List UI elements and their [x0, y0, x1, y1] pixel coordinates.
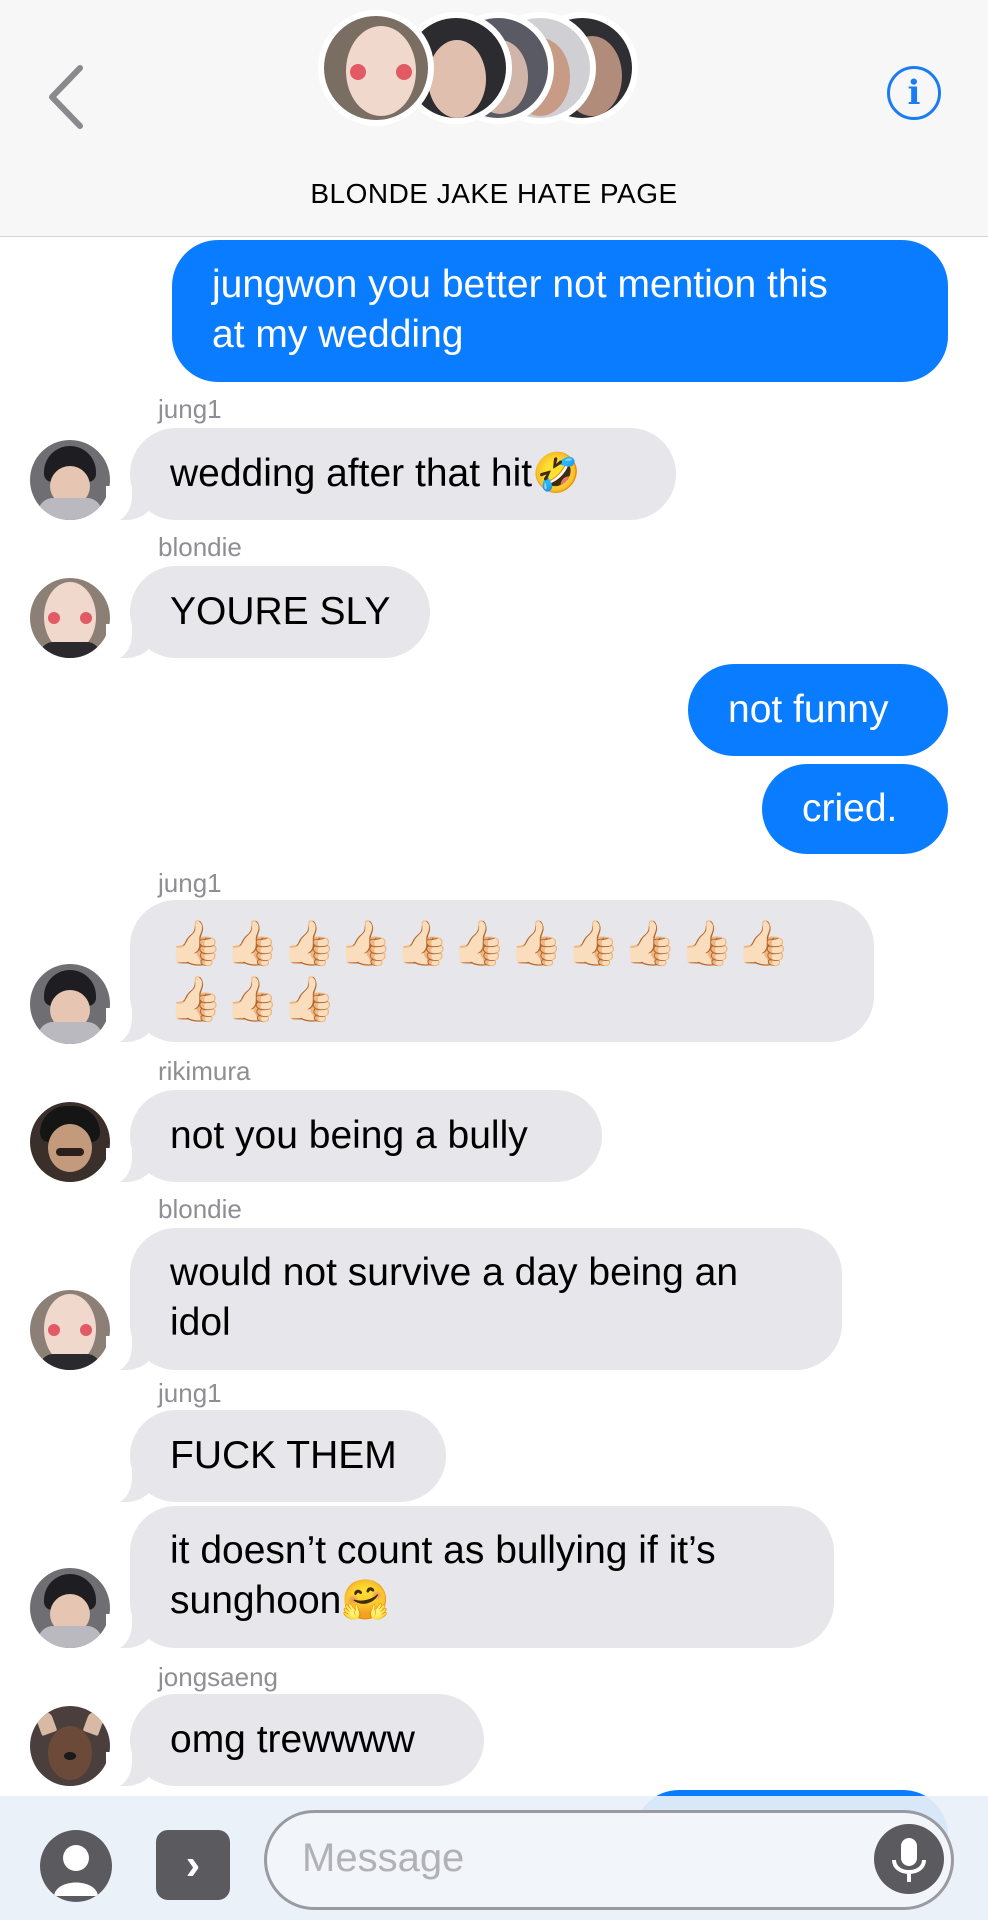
conversation-header: i BLONDE JAKE HATE PAGE	[0, 0, 988, 237]
conversation-title: BLONDE JAKE HATE PAGE	[310, 178, 678, 209]
expand-apps-button[interactable]: ›	[156, 1830, 230, 1900]
outgoing-message[interactable]: not funny	[688, 664, 948, 756]
message-text: not you being a bully	[170, 1114, 528, 1157]
avatar[interactable]	[30, 964, 110, 1044]
avatar[interactable]	[30, 1568, 110, 1648]
sender-name: jung1	[158, 868, 222, 898]
incoming-message[interactable]: FUCK THEM	[106, 1410, 446, 1504]
message-line: jungwon you better not mention this	[212, 263, 828, 306]
incoming-message[interactable]: it doesn’t count as bullying if it’s sun…	[106, 1506, 834, 1650]
incoming-message[interactable]: not you being a bully	[106, 1090, 602, 1184]
sender-name: jongsaeng	[158, 1662, 278, 1692]
incoming-message[interactable]: omg trewwww	[106, 1694, 484, 1788]
sender-name: blondie	[158, 532, 242, 562]
incoming-message[interactable]: YOURE SLY	[106, 566, 430, 660]
info-button[interactable]: i	[887, 66, 941, 120]
sender-name: jung1	[158, 1378, 222, 1408]
avatar[interactable]	[30, 578, 110, 658]
message-text: cried.	[802, 787, 898, 830]
outgoing-message[interactable]: jungwon you better not mention this at m…	[172, 240, 948, 382]
message-text: YOURE SLY	[170, 590, 391, 633]
group-avatars[interactable]	[318, 10, 638, 126]
sender-name: rikimura	[158, 1056, 251, 1086]
laughing-emoji: 🤣	[532, 452, 581, 495]
incoming-message[interactable]: 👍🏻👍🏻👍🏻👍🏻👍🏻👍🏻👍🏻👍🏻👍🏻👍🏻👍🏻👍🏻👍🏻👍🏻	[106, 900, 874, 1044]
message-line: at my wedding	[212, 313, 464, 356]
message-line: would not survive a day being an	[170, 1251, 739, 1294]
incoming-message[interactable]: wedding after that hit🤣	[106, 428, 676, 522]
chevron-right-icon: ›	[185, 1840, 201, 1889]
group-avatar	[318, 10, 434, 126]
message-line: idol	[170, 1301, 231, 1344]
avatar[interactable]	[30, 1706, 110, 1786]
incoming-message[interactable]: would not survive a day being an idol	[106, 1228, 842, 1372]
contact-button[interactable]	[40, 1830, 112, 1902]
microphone-icon	[892, 1838, 926, 1882]
back-button[interactable]	[42, 62, 92, 132]
hugging-emoji: 🤗	[341, 1579, 390, 1622]
sender-name: jung1	[158, 394, 222, 424]
chevron-left-icon	[49, 65, 83, 129]
message-text: omg trewwww	[170, 1718, 415, 1761]
message-line: sunghoon	[170, 1579, 342, 1622]
avatar[interactable]	[30, 1102, 110, 1182]
sender-name: blondie	[158, 1194, 242, 1224]
message-line: it doesn’t count as bullying if it’s	[170, 1529, 716, 1572]
message-text: not funny	[728, 688, 889, 731]
avatar[interactable]	[30, 440, 110, 520]
message-text: wedding after that hit	[170, 452, 533, 495]
avatar[interactable]	[30, 1290, 110, 1370]
microphone-button[interactable]	[874, 1824, 944, 1894]
person-silhouette-icon	[54, 1845, 98, 1896]
outgoing-message[interactable]: cried.	[762, 764, 948, 854]
message-text: FUCK THEM	[170, 1434, 397, 1477]
message-placeholder: Message	[302, 1836, 465, 1880]
info-icon: i	[907, 73, 921, 113]
thumbs-up-emojis: 👍🏻👍🏻👍🏻👍🏻👍🏻👍🏻👍🏻👍🏻👍🏻👍🏻👍🏻👍🏻👍🏻👍🏻	[168, 919, 793, 1024]
